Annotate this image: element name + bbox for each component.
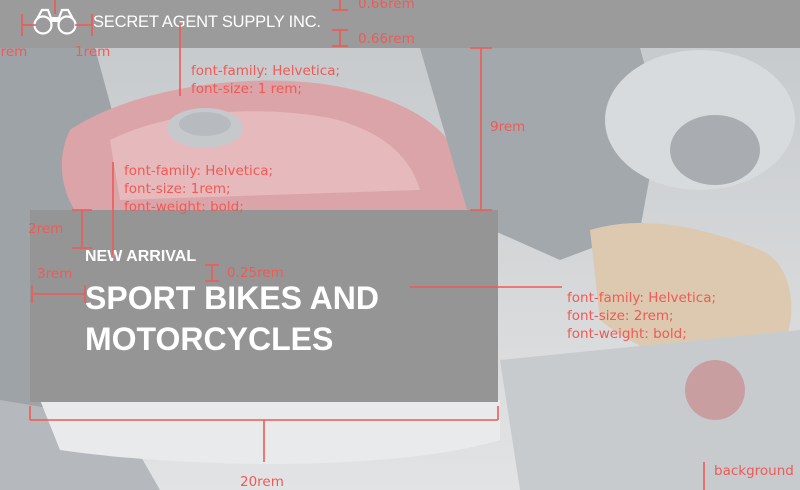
hero-card: NEW ARRIVAL SPORT BIKES AND MOTORCYCLES <box>30 210 498 402</box>
background-note-label: background <box>714 463 794 479</box>
kicker-style-note: font-family: Helvetica; font-size: 1rem;… <box>124 162 273 216</box>
hero-kicker: NEW ARRIVAL <box>85 248 197 265</box>
binoculars-icon[interactable] <box>32 8 78 36</box>
brand-name[interactable]: SECRET AGENT SUPPLY INC. <box>93 13 321 32</box>
hero-width-label: 20rem <box>240 474 284 490</box>
headline-font-weight: font-weight: bold; <box>567 326 687 342</box>
kicker-gap-label: 0.25rem <box>227 265 284 281</box>
kicker-font-weight: font-weight: bold; <box>124 199 244 215</box>
headline-style-note: font-family: Helvetica; font-size: 2rem;… <box>567 289 716 343</box>
kicker-font-size: font-size: 1rem; <box>124 181 231 197</box>
brand-font-family: font-family: Helvetica; <box>191 63 341 79</box>
headline-font-size: font-size: 2rem; <box>567 308 674 324</box>
logo-left-label: 5rem <box>0 44 28 60</box>
headline-font-family: font-family: Helvetica; <box>567 290 717 306</box>
brand-style-note: font-family: Helvetica; font-size: 1 rem… <box>191 62 340 98</box>
header-pad-top-label: 0.66rem <box>358 0 415 12</box>
hero-pad-left-label: 3rem <box>37 266 73 282</box>
brand-font-size: font-size: 1 rem; <box>191 81 302 97</box>
kicker-font-family: font-family: Helvetica; <box>124 163 274 179</box>
hero-top-label: 9rem <box>490 119 526 135</box>
hero-headline: SPORT BIKES AND MOTORCYCLES <box>85 280 379 357</box>
header-pad-bottom-label: 0.66rem <box>358 31 415 47</box>
hero-pad-top-label: 2rem <box>28 221 64 237</box>
logo-gap-label: 1rem <box>75 44 111 60</box>
